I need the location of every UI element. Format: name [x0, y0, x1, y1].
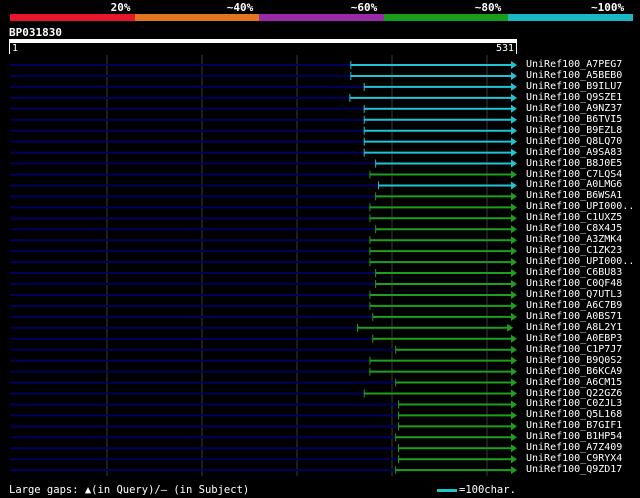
hit-label[interactable]: UniRef100_B8J0E5 — [526, 158, 622, 169]
hit-arrow-head — [511, 466, 517, 475]
hit-label[interactable]: UniRef100_Q22GZ6 — [526, 388, 622, 399]
hit-label[interactable]: UniRef100_B9Q0S2 — [526, 355, 622, 366]
gaps-legend: Large gaps: ▲(in Query)/— (in Subject) — [9, 484, 250, 496]
hit-label[interactable]: UniRef100_Q9SZE1 — [526, 92, 622, 103]
hit-arrow-head — [511, 181, 517, 190]
hit-arrow-head — [511, 400, 517, 409]
hit-label[interactable]: UniRef100_A3ZMK4 — [526, 234, 622, 245]
hit-arrow-head — [511, 301, 517, 310]
hit-label[interactable]: UniRef100_C7LQS4 — [526, 169, 622, 180]
hit-label[interactable]: UniRef100_Q5L168 — [526, 409, 622, 420]
hit-label[interactable]: UniRef100_A0BS71 — [526, 311, 622, 322]
hit-arrow-head — [511, 159, 517, 168]
hit-arrow-head — [511, 247, 517, 256]
hit-label[interactable]: UniRef100_UPI000.. — [526, 256, 634, 267]
hit-label[interactable]: UniRef100_Q7UTL3 — [526, 289, 622, 300]
hit-arrow-head — [511, 345, 517, 354]
hit-arrow-head — [511, 444, 517, 453]
hit-label[interactable]: UniRef100_B1HP54 — [526, 431, 622, 442]
hit-label[interactable]: UniRef100_A7PEG7 — [526, 59, 622, 70]
hit-arrow-head — [511, 104, 517, 113]
hit-arrow-head — [511, 192, 517, 201]
hit-arrow-head — [511, 312, 517, 321]
hit-arrow-head — [511, 61, 517, 69]
hit-label[interactable]: UniRef100_A9NZ37 — [526, 103, 622, 114]
scale-bar — [437, 489, 457, 492]
hit-label[interactable]: UniRef100_C9RYX4 — [526, 453, 622, 464]
hit-label[interactable]: UniRef100_A0EBP3 — [526, 333, 622, 344]
hit-arrow-head — [511, 378, 517, 387]
hit-arrow-head — [511, 356, 517, 365]
hit-arrow-head — [511, 389, 517, 398]
hit-arrow-head — [511, 203, 517, 212]
hit-arrow-head — [507, 323, 514, 332]
hit-arrow-head — [511, 225, 517, 234]
hit-arrow-head — [511, 455, 517, 464]
hit-label[interactable]: UniRef100_Q8LQ70 — [526, 136, 622, 147]
hit-arrow-head — [511, 214, 517, 223]
hit-arrow-head — [511, 334, 517, 343]
hit-label[interactable]: UniRef100_B6KCA9 — [526, 366, 622, 377]
hit-arrow-head — [511, 269, 517, 278]
hit-label[interactable]: UniRef100_A6C7B9 — [526, 300, 622, 311]
hit-label[interactable]: UniRef100_A8L2Y1 — [526, 322, 622, 333]
hit-label[interactable]: UniRef100_UPI000.. — [526, 201, 634, 212]
hit-arrow-head — [511, 93, 517, 102]
scale-text: =100char. — [459, 484, 516, 496]
hit-label[interactable]: UniRef100_C1P7J7 — [526, 344, 622, 355]
hit-label[interactable]: UniRef100_C1ZK23 — [526, 245, 622, 256]
hit-label[interactable]: UniRef100_B9EZL8 — [526, 125, 622, 136]
hit-arrow-head — [511, 170, 517, 179]
hit-label[interactable]: UniRef100_C0QF48 — [526, 278, 622, 289]
hit-label[interactable]: UniRef100_C6BU83 — [526, 267, 622, 278]
hit-arrow-head — [511, 115, 517, 124]
hit-arrow-head — [511, 137, 517, 146]
hit-arrow-head — [511, 71, 517, 80]
hit-arrow-head — [511, 236, 517, 245]
hit-label[interactable]: UniRef100_C8X4J5 — [526, 223, 622, 234]
hit-arrow-head — [511, 290, 517, 299]
hit-arrow-head — [511, 433, 517, 442]
hit-label[interactable]: UniRef100_Q9ZD17 — [526, 464, 622, 475]
hit-arrow-head — [511, 280, 517, 288]
hit-arrow-head — [511, 411, 517, 420]
hit-arrow-head — [511, 367, 517, 376]
hit-arrow-head — [511, 148, 517, 157]
hit-label[interactable]: UniRef100_A0LMG6 — [526, 179, 622, 190]
hit-label[interactable]: UniRef100_C1UXZ5 — [526, 212, 622, 223]
hit-label[interactable]: UniRef100_B9ILU7 — [526, 81, 622, 92]
hit-arrow-head — [511, 126, 517, 135]
hit-label[interactable]: UniRef100_A5BEB0 — [526, 70, 622, 81]
hit-label[interactable]: UniRef100_A6CM15 — [526, 377, 622, 388]
hit-label[interactable]: UniRef100_B6TVI5 — [526, 114, 622, 125]
hit-label[interactable]: UniRef100_A9SA83 — [526, 147, 622, 158]
hit-label[interactable]: UniRef100_C0ZJL3 — [526, 398, 622, 409]
hit-arrow-head — [511, 258, 517, 267]
hit-arrow-head — [511, 82, 517, 91]
hit-arrow-head — [511, 422, 517, 431]
hit-label[interactable]: UniRef100_B7GIF1 — [526, 420, 622, 431]
hit-label[interactable]: UniRef100_B6WSA1 — [526, 190, 622, 201]
hit-label[interactable]: UniRef100_A7Z409 — [526, 442, 622, 453]
